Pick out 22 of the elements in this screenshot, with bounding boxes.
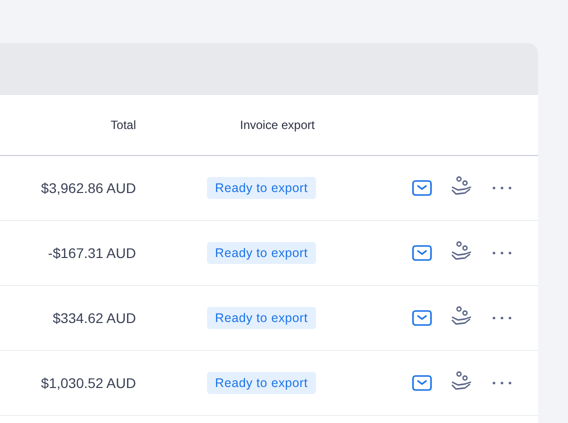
status-badge: Ready to export bbox=[207, 372, 316, 394]
hand-coins-icon[interactable] bbox=[451, 371, 472, 391]
column-header: Total bbox=[110, 118, 136, 132]
total-cell-text: $334.62 AUD bbox=[52, 310, 136, 326]
column-header: Invoice export bbox=[240, 118, 315, 132]
mail-icon[interactable] bbox=[412, 180, 432, 196]
total-cell-text: $3,962.86 AUD bbox=[40, 180, 136, 196]
total-cell-text: $1,030.52 AUD bbox=[40, 375, 136, 391]
mail-icon[interactable] bbox=[412, 310, 432, 326]
hand-coins-icon[interactable] bbox=[451, 176, 472, 196]
more-icon[interactable] bbox=[492, 381, 512, 385]
hand-coins-icon[interactable] bbox=[451, 306, 472, 326]
hand-coins-icon[interactable] bbox=[451, 241, 472, 261]
more-icon[interactable] bbox=[492, 316, 512, 320]
total-cell-text: -$167.31 AUD bbox=[47, 245, 136, 261]
status-badge: Ready to export bbox=[207, 177, 316, 199]
mail-icon[interactable] bbox=[412, 375, 432, 391]
mail-icon[interactable] bbox=[412, 245, 432, 261]
status-badge: Ready to export bbox=[207, 307, 316, 329]
more-icon[interactable] bbox=[492, 251, 512, 255]
more-icon[interactable] bbox=[492, 186, 512, 190]
status-badge: Ready to export bbox=[207, 242, 316, 264]
